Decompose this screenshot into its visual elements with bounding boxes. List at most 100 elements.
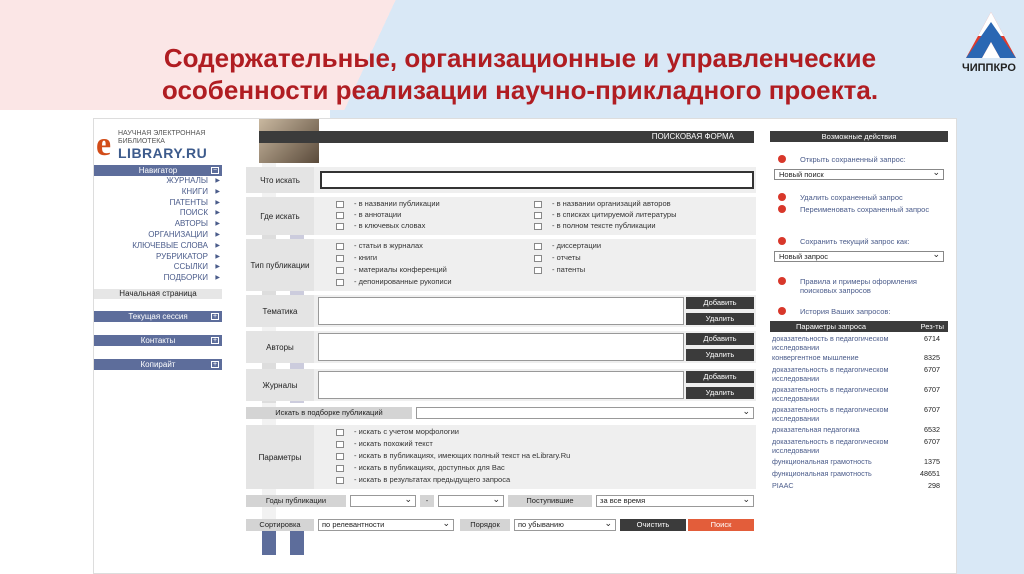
check-fulltext-elibrary[interactable]: - искать в публикациях, имеющих полный т…: [336, 451, 570, 461]
nav-item-links[interactable]: ССЫЛКИ: [94, 262, 222, 273]
received-select[interactable]: за все время: [596, 494, 754, 507]
check-title[interactable]: - в названии публикации: [336, 199, 440, 209]
home-page-link[interactable]: Начальная страница: [94, 289, 222, 299]
history-row[interactable]: PIAAC 298: [770, 481, 940, 494]
open-saved-link[interactable]: Открыть сохраненный запрос:: [774, 155, 946, 164]
history-query: PIAAC: [772, 481, 794, 490]
history-link[interactable]: История Ваших запросов:: [774, 307, 946, 316]
checkbox[interactable]: [336, 242, 344, 250]
copyright-header[interactable]: Копирайт +: [94, 359, 222, 370]
history-query: доказательность в педагогическом исследо…: [772, 334, 889, 352]
checkbox[interactable]: [336, 278, 344, 286]
year-to-select[interactable]: [438, 494, 504, 507]
checkbox[interactable]: [336, 476, 344, 484]
save-name-select[interactable]: Новый запрос: [774, 250, 944, 262]
check-references[interactable]: - в списках цитируемой литературы: [534, 210, 677, 220]
authors-textarea[interactable]: [318, 333, 684, 361]
journals-add-button[interactable]: Добавить: [686, 371, 754, 383]
history-row[interactable]: доказательность в педагогическом исследо…: [770, 405, 940, 426]
expand-icon[interactable]: +: [211, 313, 219, 320]
delete-saved-link[interactable]: Удалить сохраненный запрос: [774, 193, 946, 202]
check-abstract[interactable]: - в аннотации: [336, 210, 401, 220]
nav-item-journals[interactable]: ЖУРНАЛЫ: [94, 176, 222, 187]
play-icon: [778, 237, 786, 245]
check-reports-label: - отчеты: [552, 253, 581, 262]
checkbox[interactable]: [336, 428, 344, 436]
checkbox[interactable]: [534, 254, 542, 262]
navigator-label: Навигатор: [138, 166, 178, 175]
checkbox[interactable]: [336, 254, 344, 262]
check-deposited[interactable]: - депонированные рукописи: [336, 277, 452, 287]
nav-item-collections[interactable]: ПОДБОРКИ: [94, 273, 222, 284]
checkbox[interactable]: [534, 222, 542, 230]
checkbox[interactable]: [534, 200, 542, 208]
nav-item-organizations[interactable]: ОРГАНИЗАЦИИ: [94, 230, 222, 241]
elibrary-logo[interactable]: e НАУЧНАЯ ЭЛЕКТРОННАЯ БИБЛИОТЕКА LIBRARY…: [94, 127, 234, 163]
checkbox[interactable]: [336, 266, 344, 274]
check-articles[interactable]: - статьи в журналах: [336, 241, 423, 251]
check-org-names[interactable]: - в названии организаций авторов: [534, 199, 671, 209]
checkbox[interactable]: [336, 452, 344, 460]
check-reports[interactable]: - отчеты: [534, 253, 581, 263]
collection-select[interactable]: [416, 406, 754, 419]
year-from-select[interactable]: [350, 494, 416, 507]
checkbox[interactable]: [336, 200, 344, 208]
check-previous-results[interactable]: - искать в результатах предыдущего запро…: [336, 475, 510, 485]
journals-remove-button[interactable]: Удалить: [686, 387, 754, 399]
history-query: доказательность в педагогическом исследо…: [772, 437, 889, 455]
check-similar-label: - искать похожий текст: [354, 439, 433, 448]
journals-textarea[interactable]: [318, 371, 684, 399]
nav-item-search[interactable]: ПОИСК: [94, 208, 222, 219]
order-select[interactable]: по убыванию: [514, 518, 616, 531]
history-row[interactable]: доказательность в педагогическом исследо…: [770, 334, 940, 354]
check-similar[interactable]: - искать похожий текст: [336, 439, 433, 449]
nav-item-rubricator[interactable]: РУБРИКАТОР: [94, 252, 222, 263]
checkbox[interactable]: [336, 222, 344, 230]
authors-remove-button[interactable]: Удалить: [686, 349, 754, 361]
checkbox[interactable]: [336, 440, 344, 448]
authors-add-button[interactable]: Добавить: [686, 333, 754, 345]
check-available-label: - искать в публикациях, доступных для Ва…: [354, 463, 505, 472]
clear-button[interactable]: Очистить: [620, 519, 686, 531]
check-conferences[interactable]: - материалы конференций: [336, 265, 447, 275]
check-books[interactable]: - книги: [336, 253, 377, 263]
navigator-header[interactable]: Навигатор −: [94, 165, 222, 176]
topic-add-button[interactable]: Добавить: [686, 297, 754, 309]
nav-item-books[interactable]: КНИГИ: [94, 187, 222, 198]
saved-query-select[interactable]: Новый поиск: [774, 168, 944, 180]
expand-icon[interactable]: +: [211, 337, 219, 344]
checkbox[interactable]: [534, 211, 542, 219]
checkbox[interactable]: [534, 242, 542, 250]
check-patents[interactable]: - патенты: [534, 265, 585, 275]
check-available[interactable]: - искать в публикациях, доступных для Ва…: [336, 463, 505, 473]
history-row[interactable]: доказательность в педагогическом исследо…: [770, 365, 940, 386]
rules-link[interactable]: Правила и примеры оформления поисковых з…: [774, 277, 946, 295]
collection-label: Искать в подборке публикаций: [246, 407, 412, 419]
check-previous-results-label: - искать в результатах предыдущего запро…: [354, 475, 511, 484]
checkbox[interactable]: [336, 211, 344, 219]
nav-item-authors[interactable]: АВТОРЫ: [94, 219, 222, 230]
checkbox[interactable]: [534, 266, 542, 274]
check-dissertations[interactable]: - диссертации: [534, 241, 601, 251]
check-morphology[interactable]: - искать с учетом морфологии: [336, 427, 459, 437]
topic-remove-button[interactable]: Удалить: [686, 313, 754, 325]
history-query: функциональная грамотность: [772, 469, 872, 478]
history-row[interactable]: доказательность в педагогическом исследо…: [770, 437, 940, 458]
search-button[interactable]: Поиск: [688, 519, 754, 531]
nav-item-keywords[interactable]: КЛЮЧЕВЫЕ СЛОВА: [94, 241, 222, 252]
check-fulltext[interactable]: - в полном тексте публикации: [534, 221, 656, 231]
nav-item-patents[interactable]: ПАТЕНТЫ: [94, 198, 222, 209]
topic-textarea[interactable]: [318, 297, 684, 325]
check-references-label: - в списках цитируемой литературы: [552, 210, 677, 219]
query-input[interactable]: [320, 171, 754, 189]
contacts-header[interactable]: Контакты +: [94, 335, 222, 346]
collapse-icon[interactable]: −: [211, 167, 219, 174]
checkbox[interactable]: [336, 464, 344, 472]
check-keywords[interactable]: - в ключевых словах: [336, 221, 425, 231]
sort-select[interactable]: по релевантности: [318, 518, 454, 531]
save-current-link[interactable]: Сохранить текущий запрос как:: [774, 237, 946, 246]
history-row[interactable]: доказательность в педагогическом исследо…: [770, 385, 940, 406]
session-header[interactable]: Текущая сессия +: [94, 311, 222, 322]
rename-saved-link[interactable]: Переименовать сохраненный запрос: [774, 205, 946, 214]
expand-icon[interactable]: +: [211, 361, 219, 368]
